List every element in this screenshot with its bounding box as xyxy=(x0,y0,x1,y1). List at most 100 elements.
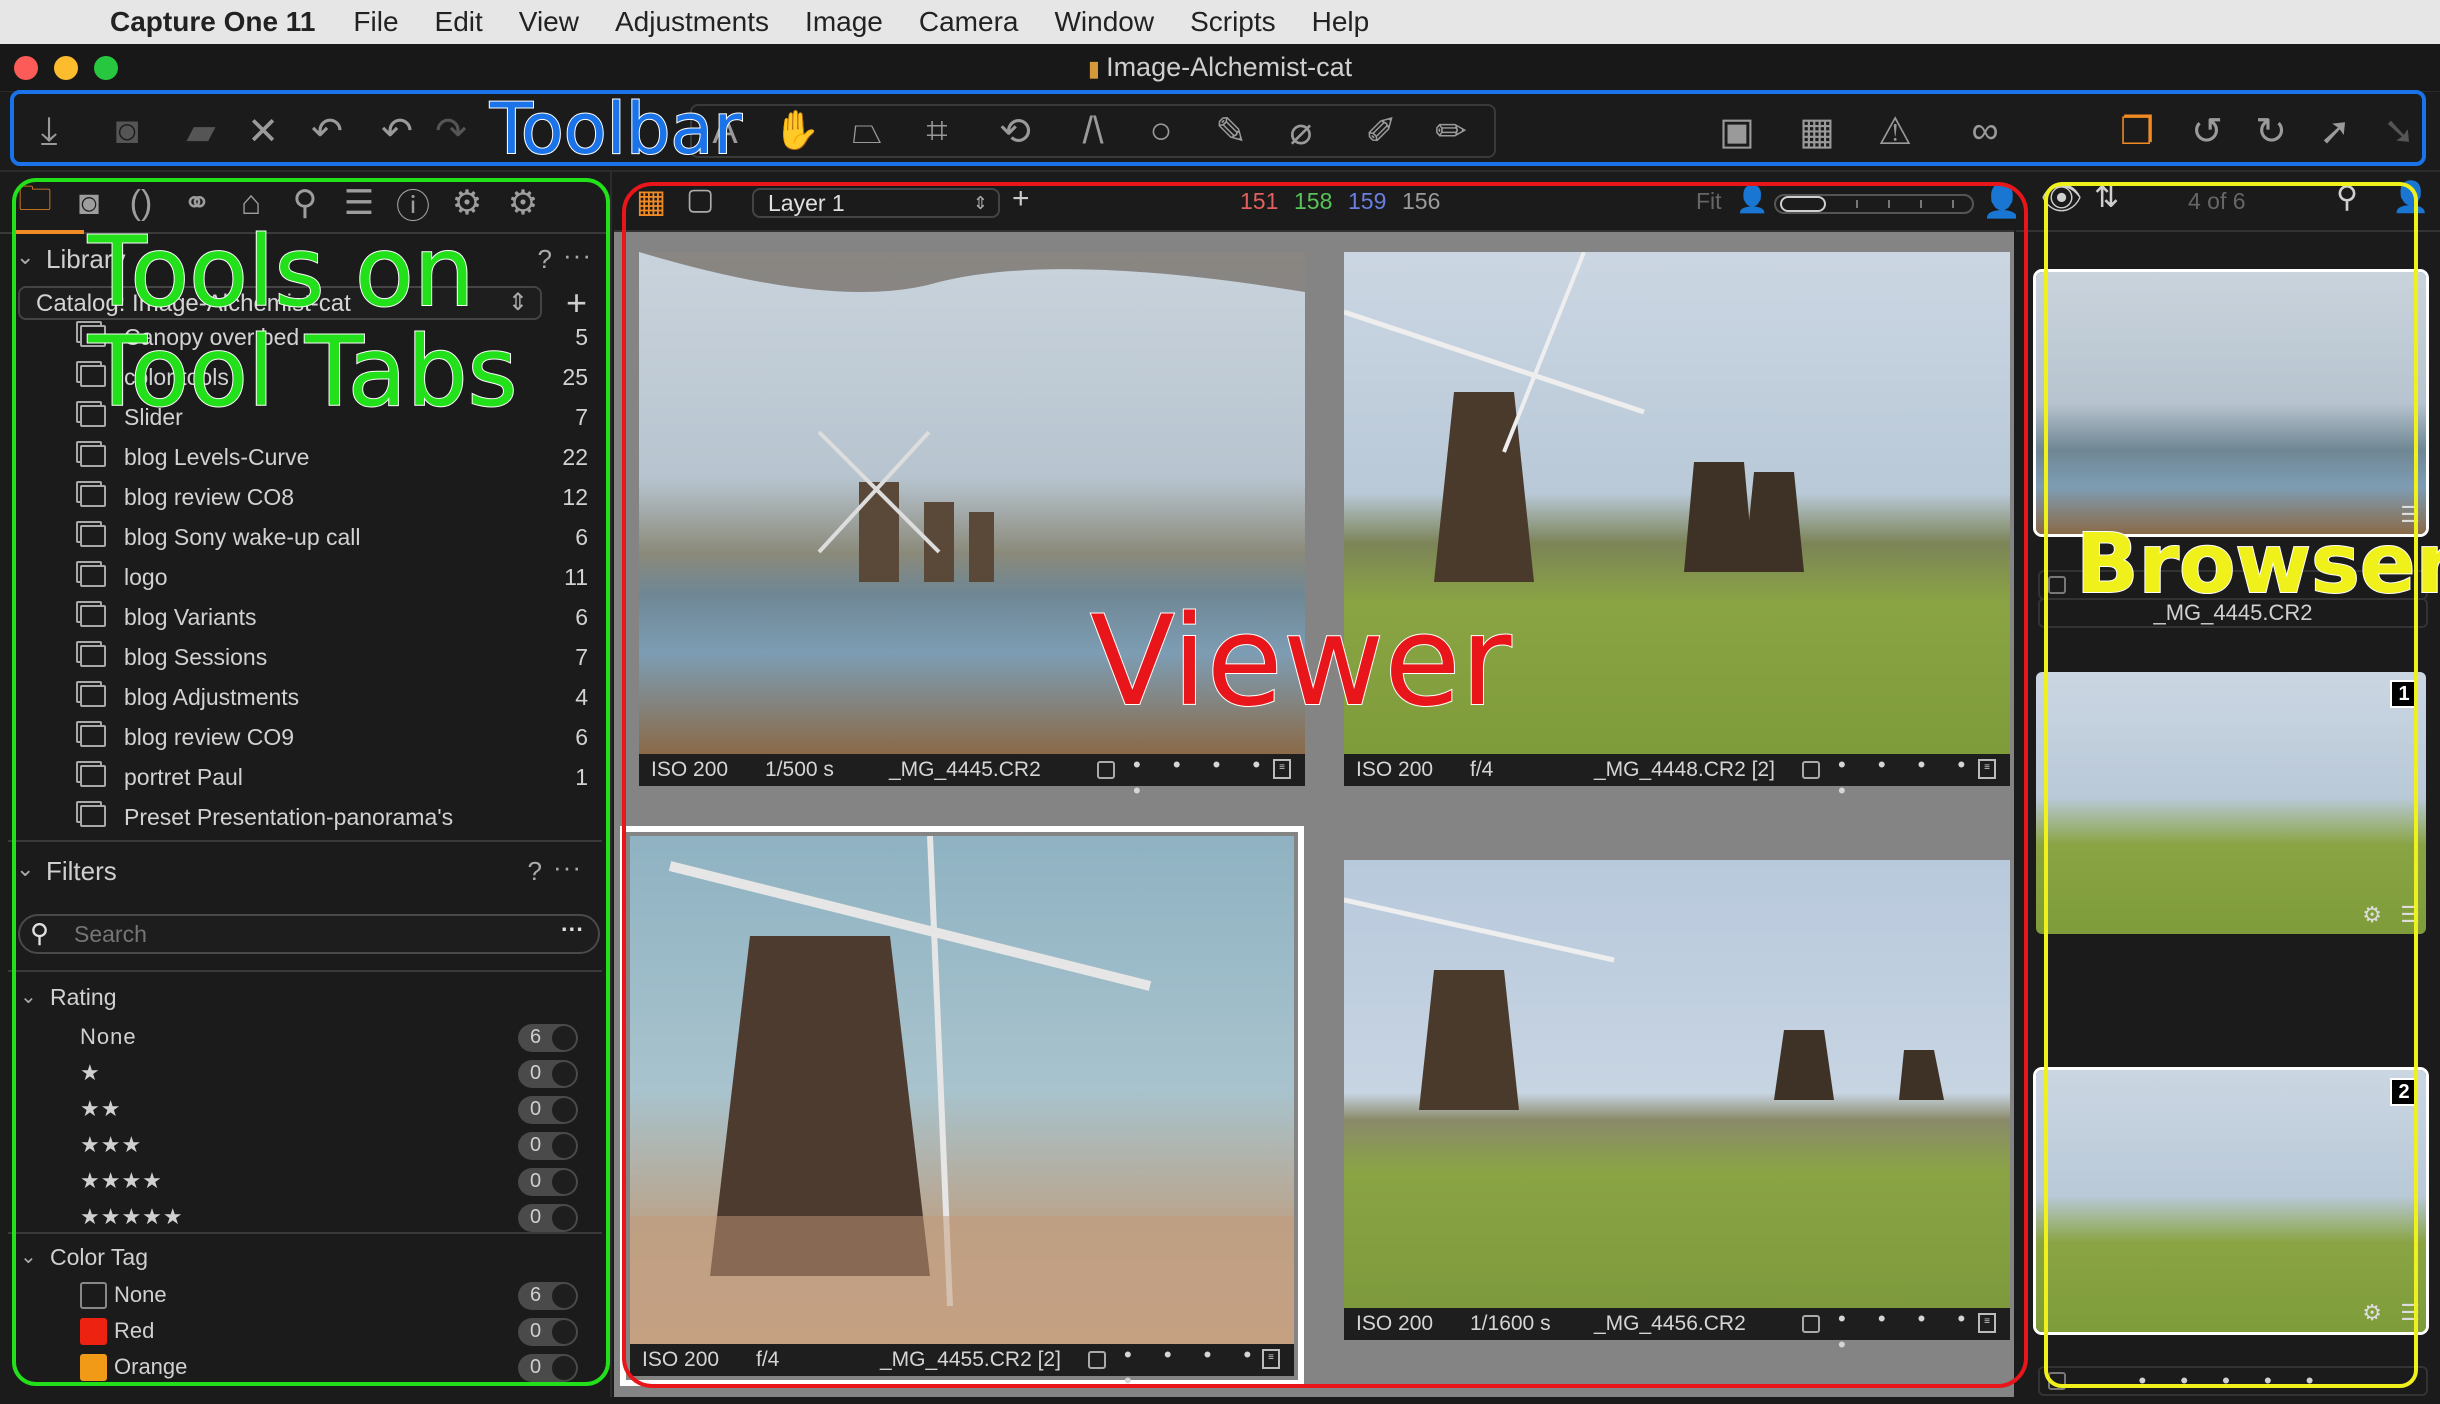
delete-icon[interactable]: ✕ xyxy=(238,106,288,156)
menu-scripts[interactable]: Scripts xyxy=(1190,6,1276,38)
metadata-icon[interactable]: ≡ xyxy=(1273,759,1291,779)
exposure-warning-icon[interactable]: ⚠ xyxy=(1870,106,1920,156)
menu-image[interactable]: Image xyxy=(805,6,883,38)
library-tab-icon[interactable]: 🗀 xyxy=(12,180,58,226)
color-picker-tool-icon[interactable]: ⌀ xyxy=(1276,106,1326,156)
select-checkbox[interactable] xyxy=(1097,761,1115,779)
hand-pan-tool-icon[interactable]: ✋ xyxy=(772,106,822,156)
filter-toggle[interactable]: 0 xyxy=(518,1204,578,1232)
album-item[interactable]: blog Levels-Curve 22 xyxy=(0,438,600,478)
import-icon[interactable]: ⤓ xyxy=(24,106,74,156)
select-checkbox[interactable] xyxy=(1802,761,1820,779)
filter-toggle[interactable]: 0 xyxy=(518,1354,578,1382)
draw-tool-icon[interactable]: ✏ xyxy=(1426,106,1476,156)
rotate-tool-icon[interactable]: ⟲ xyxy=(990,106,1040,156)
eraser-tool-icon[interactable]: ✐ xyxy=(1356,106,1406,156)
rating-dots[interactable]: • • • • • xyxy=(2139,1368,2328,1393)
menu-camera[interactable]: Camera xyxy=(919,6,1019,38)
rating-filter-row[interactable]: ★★★★★ 0 xyxy=(0,1200,600,1236)
browser-thumb-2[interactable]: 1 ⚙ ☰ xyxy=(2036,672,2426,934)
copy-apply-icon[interactable]: ❐ xyxy=(2112,106,2162,156)
filters-section-header[interactable]: ⌄ Filters ? ··· xyxy=(0,846,600,896)
album-item[interactable]: logo 11 xyxy=(0,558,600,598)
app-menu[interactable]: Capture One 11 xyxy=(110,6,315,38)
rating-filter-row[interactable]: ★★★ 0 xyxy=(0,1128,600,1164)
metadata-icon[interactable]: ☰ xyxy=(2400,1300,2420,1326)
album-item[interactable]: blog Sony wake-up call 6 xyxy=(0,518,600,558)
export-icon[interactable]: ▰ xyxy=(176,106,226,156)
metadata-icon[interactable]: ≡ xyxy=(1978,759,1996,779)
brush-tool-icon[interactable]: ✎ xyxy=(1206,106,1256,156)
user-icon[interactable]: 👤 xyxy=(2392,180,2429,215)
filter-toggle[interactable]: 6 xyxy=(518,1282,578,1310)
viewer-image-3-selected[interactable]: ISO 200 f/4 _MG_4455.CR2 [2] • • • • • ≡ xyxy=(620,826,1304,1393)
straighten-tool-icon[interactable]: /\ xyxy=(1068,106,1118,156)
album-item[interactable]: Preset Presentation-panorama's xyxy=(0,798,600,838)
chevron-down-icon[interactable]: ⌄ xyxy=(16,856,34,882)
more-icon[interactable]: ··· xyxy=(553,852,582,883)
chevron-down-icon[interactable]: ⌄ xyxy=(20,984,37,1009)
add-layer-icon[interactable]: + xyxy=(1012,182,1030,216)
album-item[interactable]: blog Adjustments 4 xyxy=(0,678,600,718)
redo-icon[interactable]: ↷ xyxy=(426,106,476,156)
menu-adjustments[interactable]: Adjustments xyxy=(615,6,769,38)
browser-thumb-3[interactable]: 2 ⚙ ☰ xyxy=(2033,1067,2429,1335)
move-down-icon[interactable]: ➘ xyxy=(2374,106,2424,156)
menu-file[interactable]: File xyxy=(353,6,398,38)
circle-mask-tool-icon[interactable]: ○ xyxy=(1136,106,1186,156)
chevron-down-icon[interactable]: ⌄ xyxy=(20,1244,37,1269)
search-input[interactable] xyxy=(74,920,514,948)
chevron-down-icon[interactable]: ⌄ xyxy=(16,244,34,270)
metadata-icon[interactable]: ≡ xyxy=(1978,1313,1996,1333)
color-tag-filter-row[interactable]: Red 0 xyxy=(0,1314,600,1350)
filter-toggle[interactable]: 0 xyxy=(518,1132,578,1160)
rating-filter-row[interactable]: None 6 xyxy=(0,1020,600,1056)
sort-icon[interactable]: ⇅ xyxy=(2094,180,2119,215)
grid-icon[interactable]: ▦ xyxy=(1792,106,1842,156)
undo-icon[interactable]: ↶ xyxy=(372,106,422,156)
color-tag-filter-row[interactable]: None 6 xyxy=(0,1278,600,1314)
album-item[interactable]: portret Paul 1 xyxy=(0,758,600,798)
more-icon[interactable]: ··· xyxy=(563,240,592,271)
menu-view[interactable]: View xyxy=(519,6,579,38)
zoom-slider-handle[interactable] xyxy=(1780,196,1826,212)
album-item[interactable]: blog Variants 6 xyxy=(0,598,600,638)
rotate-left-icon[interactable]: ↺ xyxy=(2182,106,2232,156)
fit-label[interactable]: Fit xyxy=(1696,188,1722,215)
checkbox[interactable] xyxy=(2048,1372,2066,1390)
capture-icon[interactable]: ◙ xyxy=(102,106,152,156)
color-tag-filter-row[interactable]: Orange 0 xyxy=(0,1350,600,1386)
select-checkbox[interactable] xyxy=(1802,1315,1820,1333)
search-icon[interactable]: ⚲ xyxy=(30,918,49,949)
color-tag-header[interactable]: ⌄ Color Tag xyxy=(0,1238,600,1278)
edit-overlay-icon[interactable]: ▣ xyxy=(1712,106,1762,156)
rating-header[interactable]: ⌄ Rating xyxy=(0,978,600,1018)
help-icon[interactable]: ? xyxy=(528,856,542,887)
keystone-tool-icon[interactable]: ⏢ xyxy=(842,106,892,156)
album-item[interactable]: blog review CO9 6 xyxy=(0,718,600,758)
metadata-icon[interactable]: ☰ xyxy=(2400,902,2420,928)
search-icon[interactable]: ⚲ xyxy=(2336,180,2358,215)
menu-help[interactable]: Help xyxy=(1312,6,1370,38)
crop-tool-icon[interactable]: ⌗ xyxy=(912,106,962,156)
filter-toggle[interactable]: 0 xyxy=(518,1096,578,1124)
album-item[interactable]: blog Sessions 7 xyxy=(0,638,600,678)
help-icon[interactable]: ? xyxy=(538,244,552,275)
browser-thumb-1[interactable]: ☰ xyxy=(2033,269,2429,537)
more-icon[interactable]: ··· xyxy=(561,916,584,943)
metadata-icon[interactable]: ≡ xyxy=(1262,1349,1280,1369)
multi-view-icon[interactable]: ▦ xyxy=(636,182,666,220)
menu-window[interactable]: Window xyxy=(1054,6,1154,38)
rating-filter-row[interactable]: ★★★★ 0 xyxy=(0,1164,600,1200)
single-view-icon[interactable]: ▢ xyxy=(686,182,714,217)
filter-toggle[interactable]: 0 xyxy=(518,1060,578,1088)
select-checkbox[interactable] xyxy=(1088,1351,1106,1369)
zoom-slider[interactable] xyxy=(1774,194,1974,214)
filter-toggle[interactable]: 0 xyxy=(518,1168,578,1196)
album-item[interactable]: blog review CO8 12 xyxy=(0,478,600,518)
rating-filter-row[interactable]: ★★ 0 xyxy=(0,1092,600,1128)
rotate-right-icon[interactable]: ↻ xyxy=(2246,106,2296,156)
rating-filter-row[interactable]: ★ 0 xyxy=(0,1056,600,1092)
undo-all-icon[interactable]: ↶ xyxy=(302,106,352,156)
filter-toggle[interactable]: 6 xyxy=(518,1024,578,1052)
